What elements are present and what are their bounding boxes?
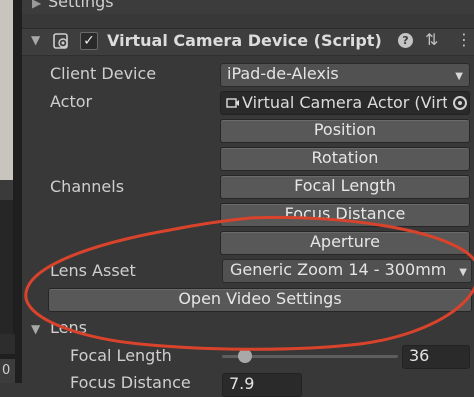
scene-zero-label: 0 <box>0 359 15 383</box>
focus-distance-label: Focus Distance <box>70 373 191 392</box>
lens-asset-label: Lens Asset <box>50 261 136 280</box>
channels-label: Channels <box>50 177 125 196</box>
channel-focus-distance-button[interactable]: Focus Distance <box>220 203 470 227</box>
focal-length-label: Focal Length <box>70 346 172 365</box>
client-device-dropdown[interactable]: iPad-de-Alexis ▼ <box>220 63 470 87</box>
actor-label: Actor <box>50 92 93 111</box>
channel-aperture-button[interactable]: Aperture <box>220 231 470 255</box>
camera-icon <box>226 98 239 108</box>
open-video-settings-button[interactable]: Open Video Settings <box>48 288 472 312</box>
lens-asset-value: Generic Zoom 14 - 300mm <box>230 260 447 279</box>
object-picker-icon[interactable] <box>453 96 467 110</box>
chevron-down-icon: ▼ <box>455 71 463 82</box>
channel-rotation-button[interactable]: Rotation <box>220 147 470 171</box>
lens-foldout-arrow-icon[interactable]: ▼ <box>31 322 40 336</box>
more-menu-icon[interactable]: ⋮ <box>456 32 472 48</box>
help-icon[interactable]: ? <box>398 33 413 48</box>
scene-view-image <box>0 0 13 180</box>
component-foldout-arrow-icon[interactable]: ▼ <box>31 33 40 47</box>
scene-view-lower <box>0 200 13 334</box>
component-title: Virtual Camera Device (Script) <box>107 31 382 50</box>
scene-view-divider <box>0 180 13 200</box>
preset-icon[interactable]: ⇅ <box>425 32 438 48</box>
scene-view-tab[interactable] <box>0 334 15 354</box>
lens-asset-dropdown[interactable]: Generic Zoom 14 - 300mm ▼ <box>222 259 472 283</box>
channel-focal-length-button[interactable]: Focal Length <box>220 175 470 199</box>
focus-distance-input[interactable]: 7.9 <box>222 373 302 397</box>
script-icon <box>53 33 68 49</box>
focal-length-input[interactable]: 36 <box>402 345 470 369</box>
client-device-value: iPad-de-Alexis <box>227 64 339 83</box>
client-device-label: Client Device <box>50 64 157 83</box>
component-enabled-checkbox[interactable]: ✓ <box>80 32 98 50</box>
settings-foldout-label: Settings <box>48 0 114 11</box>
focal-length-slider-thumb[interactable] <box>237 349 252 363</box>
channel-position-button[interactable]: Position <box>220 119 470 143</box>
actor-value: Virtual Camera Actor (Virtu <box>242 93 447 112</box>
lens-foldout-label: Lens <box>50 318 87 337</box>
chevron-down-icon: ▼ <box>459 267 467 278</box>
foldout-arrow-icon[interactable]: ▶ <box>32 0 41 10</box>
